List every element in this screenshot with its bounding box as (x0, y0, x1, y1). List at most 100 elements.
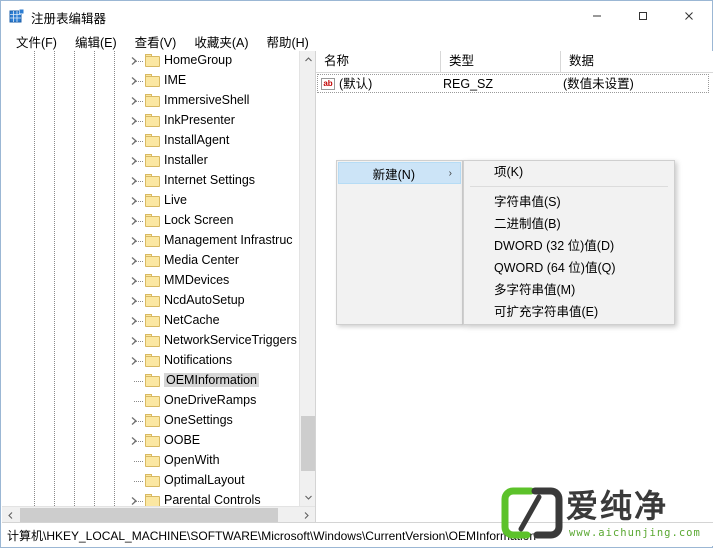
tree-item[interactable]: Internet Settings (2, 171, 299, 191)
submenu-item[interactable]: 多字符串值(M) (464, 279, 674, 301)
tree-item-label: Live (164, 193, 187, 207)
context-menu-item-new[interactable]: 新建(N) › (338, 162, 461, 184)
scroll-right-icon[interactable] (298, 507, 315, 523)
maximize-button[interactable] (620, 1, 666, 31)
window-controls (574, 1, 712, 31)
folder-icon (145, 74, 160, 87)
tree-connector (134, 181, 143, 182)
context-submenu[interactable]: 项(K) 字符串值(S) 二进制值(B) DWORD (32 位)值(D) QWORD … (463, 160, 675, 325)
tree-item[interactable]: NetCache (2, 311, 299, 331)
tree-item[interactable]: Notifications (2, 351, 299, 371)
tree-item[interactable]: Media Center (2, 251, 299, 271)
cell-data: (数值未设置) (563, 77, 634, 91)
tree-item[interactable]: InkPresenter (2, 111, 299, 131)
tree-connector (134, 481, 143, 482)
values-column-headers: 名称 类型 数据 (316, 51, 713, 73)
folder-icon (145, 494, 160, 506)
tree-item[interactable]: OpenWith (2, 451, 299, 471)
scroll-left-icon[interactable] (2, 507, 19, 523)
tree-item-label: Media Center (164, 253, 240, 267)
submenu-item[interactable]: 可扩充字符串值(E) (464, 301, 674, 323)
watermark-text: 爱纯净 (566, 487, 669, 525)
tree-item[interactable]: ImmersiveShell (2, 91, 299, 111)
tree-connector (134, 141, 143, 142)
column-header-type[interactable]: 类型 (441, 51, 561, 72)
aichunjing-logo-icon (501, 487, 563, 539)
tree-item[interactable]: OneDriveRamps (2, 391, 299, 411)
tree-connector (134, 421, 143, 422)
tree-vertical-scrollbar[interactable] (299, 51, 315, 506)
registry-tree-panel: HomeGroup IME ImmersiveShell InkPresenter In… (2, 51, 316, 523)
context-menu-item-new-label: 新建(N) (372, 167, 415, 182)
tree-connector (134, 501, 143, 502)
tree-connector (134, 81, 143, 82)
tree-item[interactable]: Live (2, 191, 299, 211)
submenu-item[interactable]: 二进制值(B) (464, 213, 674, 235)
submenu-item[interactable]: DWORD (32 位)值(D) (464, 235, 674, 257)
table-row[interactable]: ab (默认) REG_SZ (数值未设置) (317, 74, 709, 93)
column-header-data[interactable]: 数据 (561, 51, 713, 72)
folder-icon (145, 174, 160, 187)
tree-hscroll-thumb[interactable] (20, 508, 278, 522)
scroll-up-icon[interactable] (300, 51, 315, 68)
tree-connector (134, 61, 143, 62)
close-button[interactable] (666, 1, 712, 31)
tree-connector (134, 281, 143, 282)
folder-icon (145, 474, 160, 487)
tree-item[interactable]: MMDevices (2, 271, 299, 291)
scroll-down-icon[interactable] (300, 489, 315, 506)
tree-item[interactable]: InstallAgent (2, 131, 299, 151)
tree-connector (134, 121, 143, 122)
submenu-item[interactable]: QWORD (64 位)值(Q) (464, 257, 674, 279)
submenu-item[interactable]: 字符串值(S) (464, 191, 674, 213)
menu-favorites[interactable]: 收藏夹(A) (185, 31, 257, 52)
tree-item[interactable]: IME (2, 71, 299, 91)
context-menu: 新建(N) › (336, 160, 463, 325)
tree-horizontal-scrollbar[interactable] (2, 506, 315, 523)
folder-icon (145, 314, 160, 327)
folder-icon (145, 214, 160, 227)
tree-item[interactable]: NcdAutoSetup (2, 291, 299, 311)
folder-icon (145, 94, 160, 107)
minimize-button[interactable] (574, 1, 620, 31)
folder-icon (145, 254, 160, 267)
tree-item-label: OptimalLayout (164, 473, 245, 487)
submenu-item[interactable]: 项(K) (464, 161, 674, 183)
column-header-name[interactable]: 名称 (316, 51, 441, 72)
menu-help[interactable]: 帮助(H) (257, 31, 317, 52)
tree-item-label: MMDevices (164, 273, 230, 287)
tree-connector (134, 221, 143, 222)
folder-icon (145, 334, 160, 347)
cell-type: REG_SZ (443, 77, 494, 91)
tree-item[interactable]: OEMInformation (2, 371, 299, 391)
tree-connector (134, 441, 143, 442)
tree-item-label: InstallAgent (164, 133, 230, 147)
tree-item-label: ImmersiveShell (164, 93, 250, 107)
tree-item[interactable]: HomeGroup (2, 51, 299, 71)
tree-item[interactable]: Parental Controls (2, 491, 299, 506)
tree-item[interactable]: OOBE (2, 431, 299, 451)
tree-item-label: NetCache (164, 313, 220, 327)
tree-item[interactable]: Management Infrastruc (2, 231, 299, 251)
tree-item[interactable]: OptimalLayout (2, 471, 299, 491)
tree-item[interactable]: Lock Screen (2, 211, 299, 231)
menu-edit[interactable]: 编辑(E) (66, 31, 126, 52)
tree-item-label: Parental Controls (164, 493, 261, 506)
tree-item[interactable]: NetworkServiceTriggers (2, 331, 299, 351)
regedit-icon (9, 8, 25, 24)
tree-item-label: OneDriveRamps (164, 393, 257, 407)
tree-scroll-thumb[interactable] (301, 416, 315, 471)
menu-view[interactable]: 查看(V) (126, 31, 186, 52)
menu-file[interactable]: 文件(F) (7, 31, 66, 52)
tree-item-label: NetworkServiceTriggers (164, 333, 297, 347)
watermark: 爱纯净 www.aichunjing.com (501, 487, 713, 545)
tree-item[interactable]: Installer (2, 151, 299, 171)
tree-connector (134, 261, 143, 262)
tree-item-label: Notifications (164, 353, 233, 367)
folder-icon (145, 294, 160, 307)
registry-tree[interactable]: HomeGroup IME ImmersiveShell InkPresenter In… (2, 51, 299, 506)
tree-item-label: OneSettings (164, 413, 233, 427)
tree-connector (134, 101, 143, 102)
chevron-right-icon: › (448, 167, 452, 179)
tree-item[interactable]: OneSettings (2, 411, 299, 431)
